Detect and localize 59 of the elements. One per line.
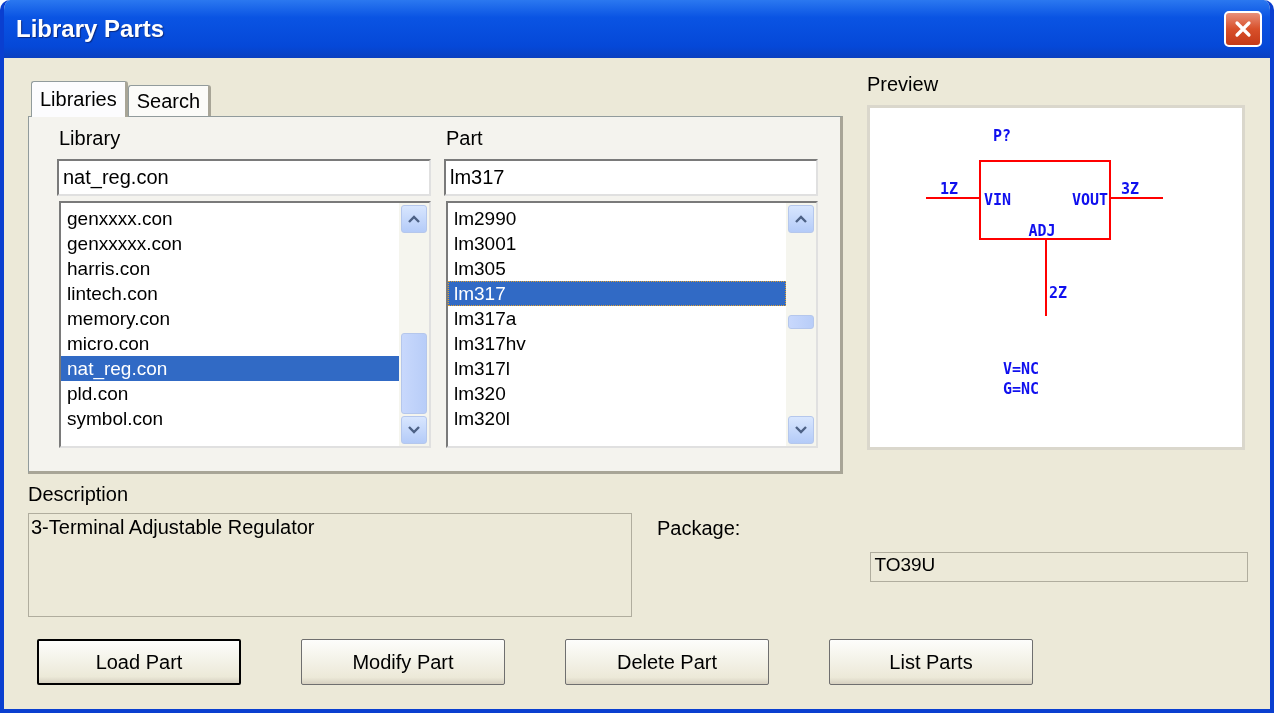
part-label: Part	[446, 126, 484, 151]
dialog-button[interactable]: Modify Part	[301, 639, 505, 685]
description-label: Description	[28, 482, 130, 507]
attribute-text: G=NC	[1003, 380, 1040, 398]
library-field[interactable]: nat_reg.con	[57, 159, 431, 196]
scrollbar[interactable]	[786, 203, 816, 446]
scroll-up-button[interactable]	[401, 205, 427, 233]
chevron-up-icon	[795, 215, 807, 223]
list-item[interactable]: lm305	[448, 256, 786, 281]
scroll-up-button[interactable]	[788, 205, 814, 233]
scrollbar[interactable]	[399, 203, 429, 446]
list-item[interactable]: lm2990	[448, 206, 786, 231]
list-item[interactable]: micro.con	[61, 331, 399, 356]
scroll-down-button[interactable]	[788, 416, 814, 444]
chevron-down-icon	[408, 426, 420, 434]
list-item[interactable]: lm317	[448, 281, 786, 306]
pin-name: ADJ	[1028, 222, 1056, 240]
list-item[interactable]: genxxxx.con	[61, 206, 399, 231]
package-field: TO39U	[870, 552, 1249, 582]
list-item[interactable]: lm3001	[448, 231, 786, 256]
list-item[interactable]: memory.con	[61, 306, 399, 331]
dialog-button[interactable]: Load Part	[37, 639, 241, 685]
reference-text: P?	[993, 127, 1012, 145]
close-icon	[1233, 19, 1253, 39]
package-label: Package:	[657, 516, 741, 541]
pin-number: 2Z	[1049, 284, 1068, 302]
dialog-button[interactable]: Delete Part	[565, 639, 769, 685]
attribute-text: V=NC	[1003, 360, 1040, 378]
pin-line	[1109, 197, 1164, 199]
window-title: Library Parts	[16, 15, 165, 43]
pin-name: VOUT	[1071, 191, 1108, 209]
list-item[interactable]: lintech.con	[61, 281, 399, 306]
list-item[interactable]: nat_reg.con	[61, 356, 399, 381]
list-item[interactable]: lm317a	[448, 306, 786, 331]
scroll-down-button[interactable]	[401, 416, 427, 444]
library-label: Library	[59, 126, 122, 151]
list-item[interactable]: lm317l	[448, 356, 786, 381]
description-field: 3-Terminal Adjustable Regulator	[28, 513, 632, 617]
chevron-down-icon	[795, 426, 807, 434]
list-item[interactable]: lm320	[448, 381, 786, 406]
scroll-thumb[interactable]	[788, 315, 814, 329]
pin-line	[925, 197, 981, 199]
list-item[interactable]: pld.con	[61, 381, 399, 406]
list-item[interactable]: lm320l	[448, 406, 786, 431]
close-button[interactable]	[1224, 11, 1262, 47]
scroll-thumb[interactable]	[401, 333, 427, 414]
pin-number: 3Z	[1121, 180, 1140, 198]
list-item[interactable]: symbol.con	[61, 406, 399, 431]
list-item[interactable]: lm317hv	[448, 331, 786, 356]
preview-label: Preview	[867, 72, 940, 97]
dialog-button[interactable]: List Parts	[829, 639, 1033, 685]
pin-number: 1Z	[940, 180, 959, 198]
part-field[interactable]: lm317	[444, 159, 818, 196]
chevron-up-icon	[408, 215, 420, 223]
tab[interactable]: Libraries	[31, 81, 128, 117]
tab[interactable]: Search	[127, 85, 212, 116]
list-item[interactable]: genxxxxx.con	[61, 231, 399, 256]
pin-name: VIN	[984, 191, 1012, 209]
list-item[interactable]: harris.con	[61, 256, 399, 281]
